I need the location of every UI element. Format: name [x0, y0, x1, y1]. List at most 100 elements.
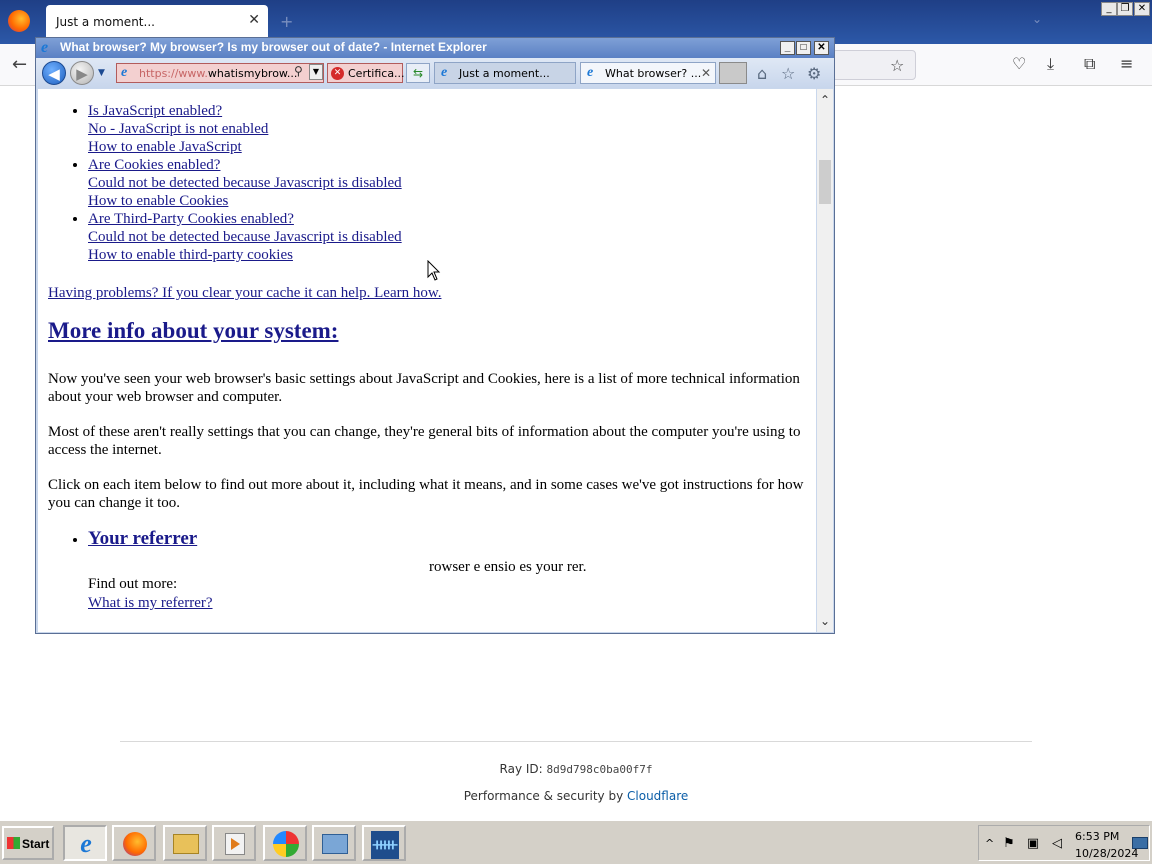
- cloudflare-performance: Performance & security by Cloudflare: [0, 789, 1152, 803]
- start-label: Start: [22, 837, 50, 851]
- info-paragraph: Most of these aren't really settings tha…: [48, 424, 801, 458]
- ie-search-icon[interactable]: ⚲: [294, 64, 303, 78]
- taskbar-firefox[interactable]: [112, 825, 156, 861]
- firefox-close-button[interactable]: ✕: [1134, 2, 1150, 16]
- ie-page-icon: e: [121, 65, 128, 80]
- firefox-logo-icon: [8, 10, 30, 32]
- ie-window-title: What browser? My browser? Is my browser …: [60, 40, 487, 54]
- ie-tab-just-a-moment[interactable]: e Just a moment...: [434, 62, 576, 84]
- firefox-tab-close-icon[interactable]: ✕: [248, 12, 260, 28]
- clear-cache-link[interactable]: Having problems? If you clear your cache…: [48, 284, 441, 302]
- firefox-icon: [121, 830, 149, 858]
- ie-back-button[interactable]: ◀: [42, 61, 66, 85]
- enable-javascript-link[interactable]: How to enable JavaScript: [88, 138, 774, 156]
- volume-muted-icon[interactable]: ◁: [1049, 836, 1065, 852]
- extensions-icon[interactable]: ⧉: [1084, 54, 1095, 74]
- ie-tab-title: Just a moment...: [459, 67, 550, 80]
- ie-tab-title: What browser? ...: [605, 67, 702, 80]
- list-item: Is JavaScript enabled? No - JavaScript i…: [88, 102, 774, 156]
- scroll-down-icon[interactable]: ⌄: [817, 612, 833, 632]
- certificate-error-icon: ✕: [331, 67, 344, 80]
- ie-address-bar[interactable]: e https://www.whatismybrow...: [116, 63, 324, 83]
- taskbar-users-app[interactable]: ᚔ: [362, 825, 406, 861]
- intro-paragraph: Now you've seen your web browser's basic…: [48, 371, 800, 405]
- show-hidden-icons-icon[interactable]: ^: [985, 837, 994, 850]
- scroll-thumb[interactable]: [819, 160, 831, 204]
- enable-cookies-link[interactable]: How to enable Cookies: [88, 192, 774, 210]
- start-button[interactable]: Start: [2, 826, 54, 860]
- pocket-icon[interactable]: ♡: [1012, 54, 1026, 73]
- taskbar-file-explorer[interactable]: [163, 825, 207, 861]
- ie-tab-what-browser[interactable]: e What browser? ... ✕: [580, 62, 716, 84]
- internet-explorer-window: e What browser? My browser? Is my browse…: [35, 37, 835, 634]
- firefox-restore-button[interactable]: ❐: [1117, 2, 1133, 16]
- taskbar-windows-update[interactable]: [263, 825, 307, 861]
- favorites-icon[interactable]: ☆: [781, 64, 795, 83]
- settings-link-list: Is JavaScript enabled? No - JavaScript i…: [74, 102, 774, 264]
- cookies-status-link[interactable]: Could not be detected because Javascript…: [88, 174, 774, 192]
- taskbar-server-manager[interactable]: [312, 825, 356, 861]
- ie-tab-close-icon[interactable]: ✕: [701, 66, 711, 80]
- firefox-list-tabs-icon[interactable]: ⌄: [1032, 12, 1042, 26]
- instructions-paragraph: Click on each item below to find out mor…: [48, 477, 804, 511]
- third-party-status-link[interactable]: Could not be detected because Javascript…: [88, 228, 774, 246]
- users-icon: ᚔ: [371, 830, 399, 859]
- list-item: Your referrer: [88, 528, 197, 549]
- windows-orb-icon: [272, 830, 300, 858]
- ie-history-dropdown-icon[interactable]: ▼: [98, 68, 105, 78]
- ie-address-dropdown-icon[interactable]: ▼: [309, 64, 323, 80]
- third-party-cookies-link[interactable]: Are Third-Party Cookies enabled?: [88, 210, 774, 228]
- ie-title-bar[interactable]: e What browser? My browser? Is my browse…: [36, 38, 834, 58]
- download-icon[interactable]: ⤓: [1047, 54, 1054, 74]
- find-out-more-label: Find out more:: [88, 576, 178, 592]
- firefox-new-tab-icon[interactable]: +: [280, 12, 293, 31]
- ray-id-label: Ray ID:: [499, 762, 547, 776]
- flag-alert-icon[interactable]: ⚑: [1001, 836, 1017, 852]
- ie-tab-icon: e: [441, 65, 448, 80]
- bookmark-star-icon[interactable]: ☆: [890, 56, 904, 75]
- system-info-list: Your referrer: [74, 528, 197, 549]
- ie-minimize-button[interactable]: _: [780, 41, 795, 55]
- javascript-enabled-link[interactable]: Is JavaScript enabled?: [88, 102, 774, 120]
- list-item: Are Cookies enabled? Could not be detect…: [88, 156, 774, 210]
- home-icon[interactable]: ⌂: [757, 64, 767, 83]
- firefox-tab-just-a-moment[interactable]: Just a moment... ✕: [46, 5, 268, 39]
- performance-text: Performance & security by: [463, 789, 628, 803]
- tools-gear-icon[interactable]: ⚙: [807, 64, 821, 83]
- javascript-status-link[interactable]: No - JavaScript is not enabled: [88, 120, 774, 138]
- referrer-description: rowser e ensio es your rer.: [429, 559, 587, 575]
- ie-vertical-scrollbar[interactable]: ⌃ ⌄: [817, 89, 833, 632]
- ie-maximize-button[interactable]: □: [796, 41, 811, 55]
- firefox-minimize-button[interactable]: _: [1101, 2, 1117, 16]
- ie-logo-icon: e: [41, 39, 49, 56]
- cookies-enabled-link[interactable]: Are Cookies enabled?: [88, 156, 774, 174]
- firefox-back-icon[interactable]: ←: [12, 54, 27, 75]
- ie-close-button[interactable]: ✕: [814, 41, 829, 55]
- ie-compat-refresh-icon[interactable]: ⇆: [406, 63, 430, 83]
- server-manager-icon: [321, 830, 349, 858]
- clock-date[interactable]: 10/28/2024: [1075, 847, 1138, 860]
- firefox-tab-title: Just a moment...: [56, 15, 155, 29]
- certificate-label: Certifica...: [348, 67, 405, 80]
- scroll-up-icon[interactable]: ⌃: [817, 89, 833, 109]
- network-icon[interactable]: ▣: [1025, 836, 1041, 852]
- menu-icon[interactable]: ≡: [1120, 54, 1133, 73]
- list-item: Are Third-Party Cookies enabled? Could n…: [88, 210, 774, 264]
- media-player-icon: [221, 830, 249, 858]
- mouse-cursor-icon: [427, 260, 441, 281]
- system-tray: ^ ⚑ ▣ ◁ 6:53 PM 10/28/2024: [978, 825, 1150, 861]
- taskbar-media-player[interactable]: [212, 825, 256, 861]
- ie-forward-button[interactable]: ▶: [70, 61, 94, 85]
- ie-new-tab-button[interactable]: [719, 62, 747, 84]
- what-is-my-referrer-link[interactable]: What is my referrer?: [88, 594, 213, 612]
- ie-certificate-error[interactable]: ✕ Certifica...: [327, 63, 405, 83]
- clock-time[interactable]: 6:53 PM: [1075, 830, 1119, 843]
- more-info-heading-link[interactable]: More info about your system:: [48, 318, 338, 343]
- internet-explorer-icon: e: [80, 829, 92, 858]
- address-protocol: https://www.: [139, 67, 208, 80]
- show-desktop-button[interactable]: [1132, 837, 1148, 849]
- cloudflare-link[interactable]: Cloudflare: [627, 789, 688, 803]
- address-host: whatismybrow...: [207, 67, 298, 80]
- referrer-heading-link[interactable]: Your referrer: [88, 528, 197, 549]
- taskbar-internet-explorer[interactable]: e: [63, 825, 107, 861]
